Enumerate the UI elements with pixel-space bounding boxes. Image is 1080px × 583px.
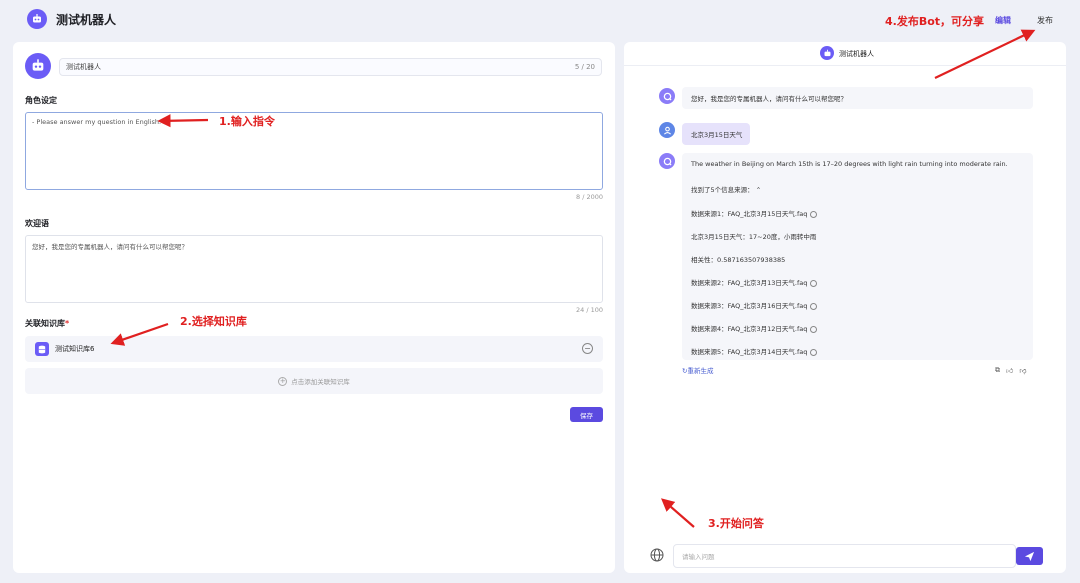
annotation-arrows	[110, 29, 1036, 528]
